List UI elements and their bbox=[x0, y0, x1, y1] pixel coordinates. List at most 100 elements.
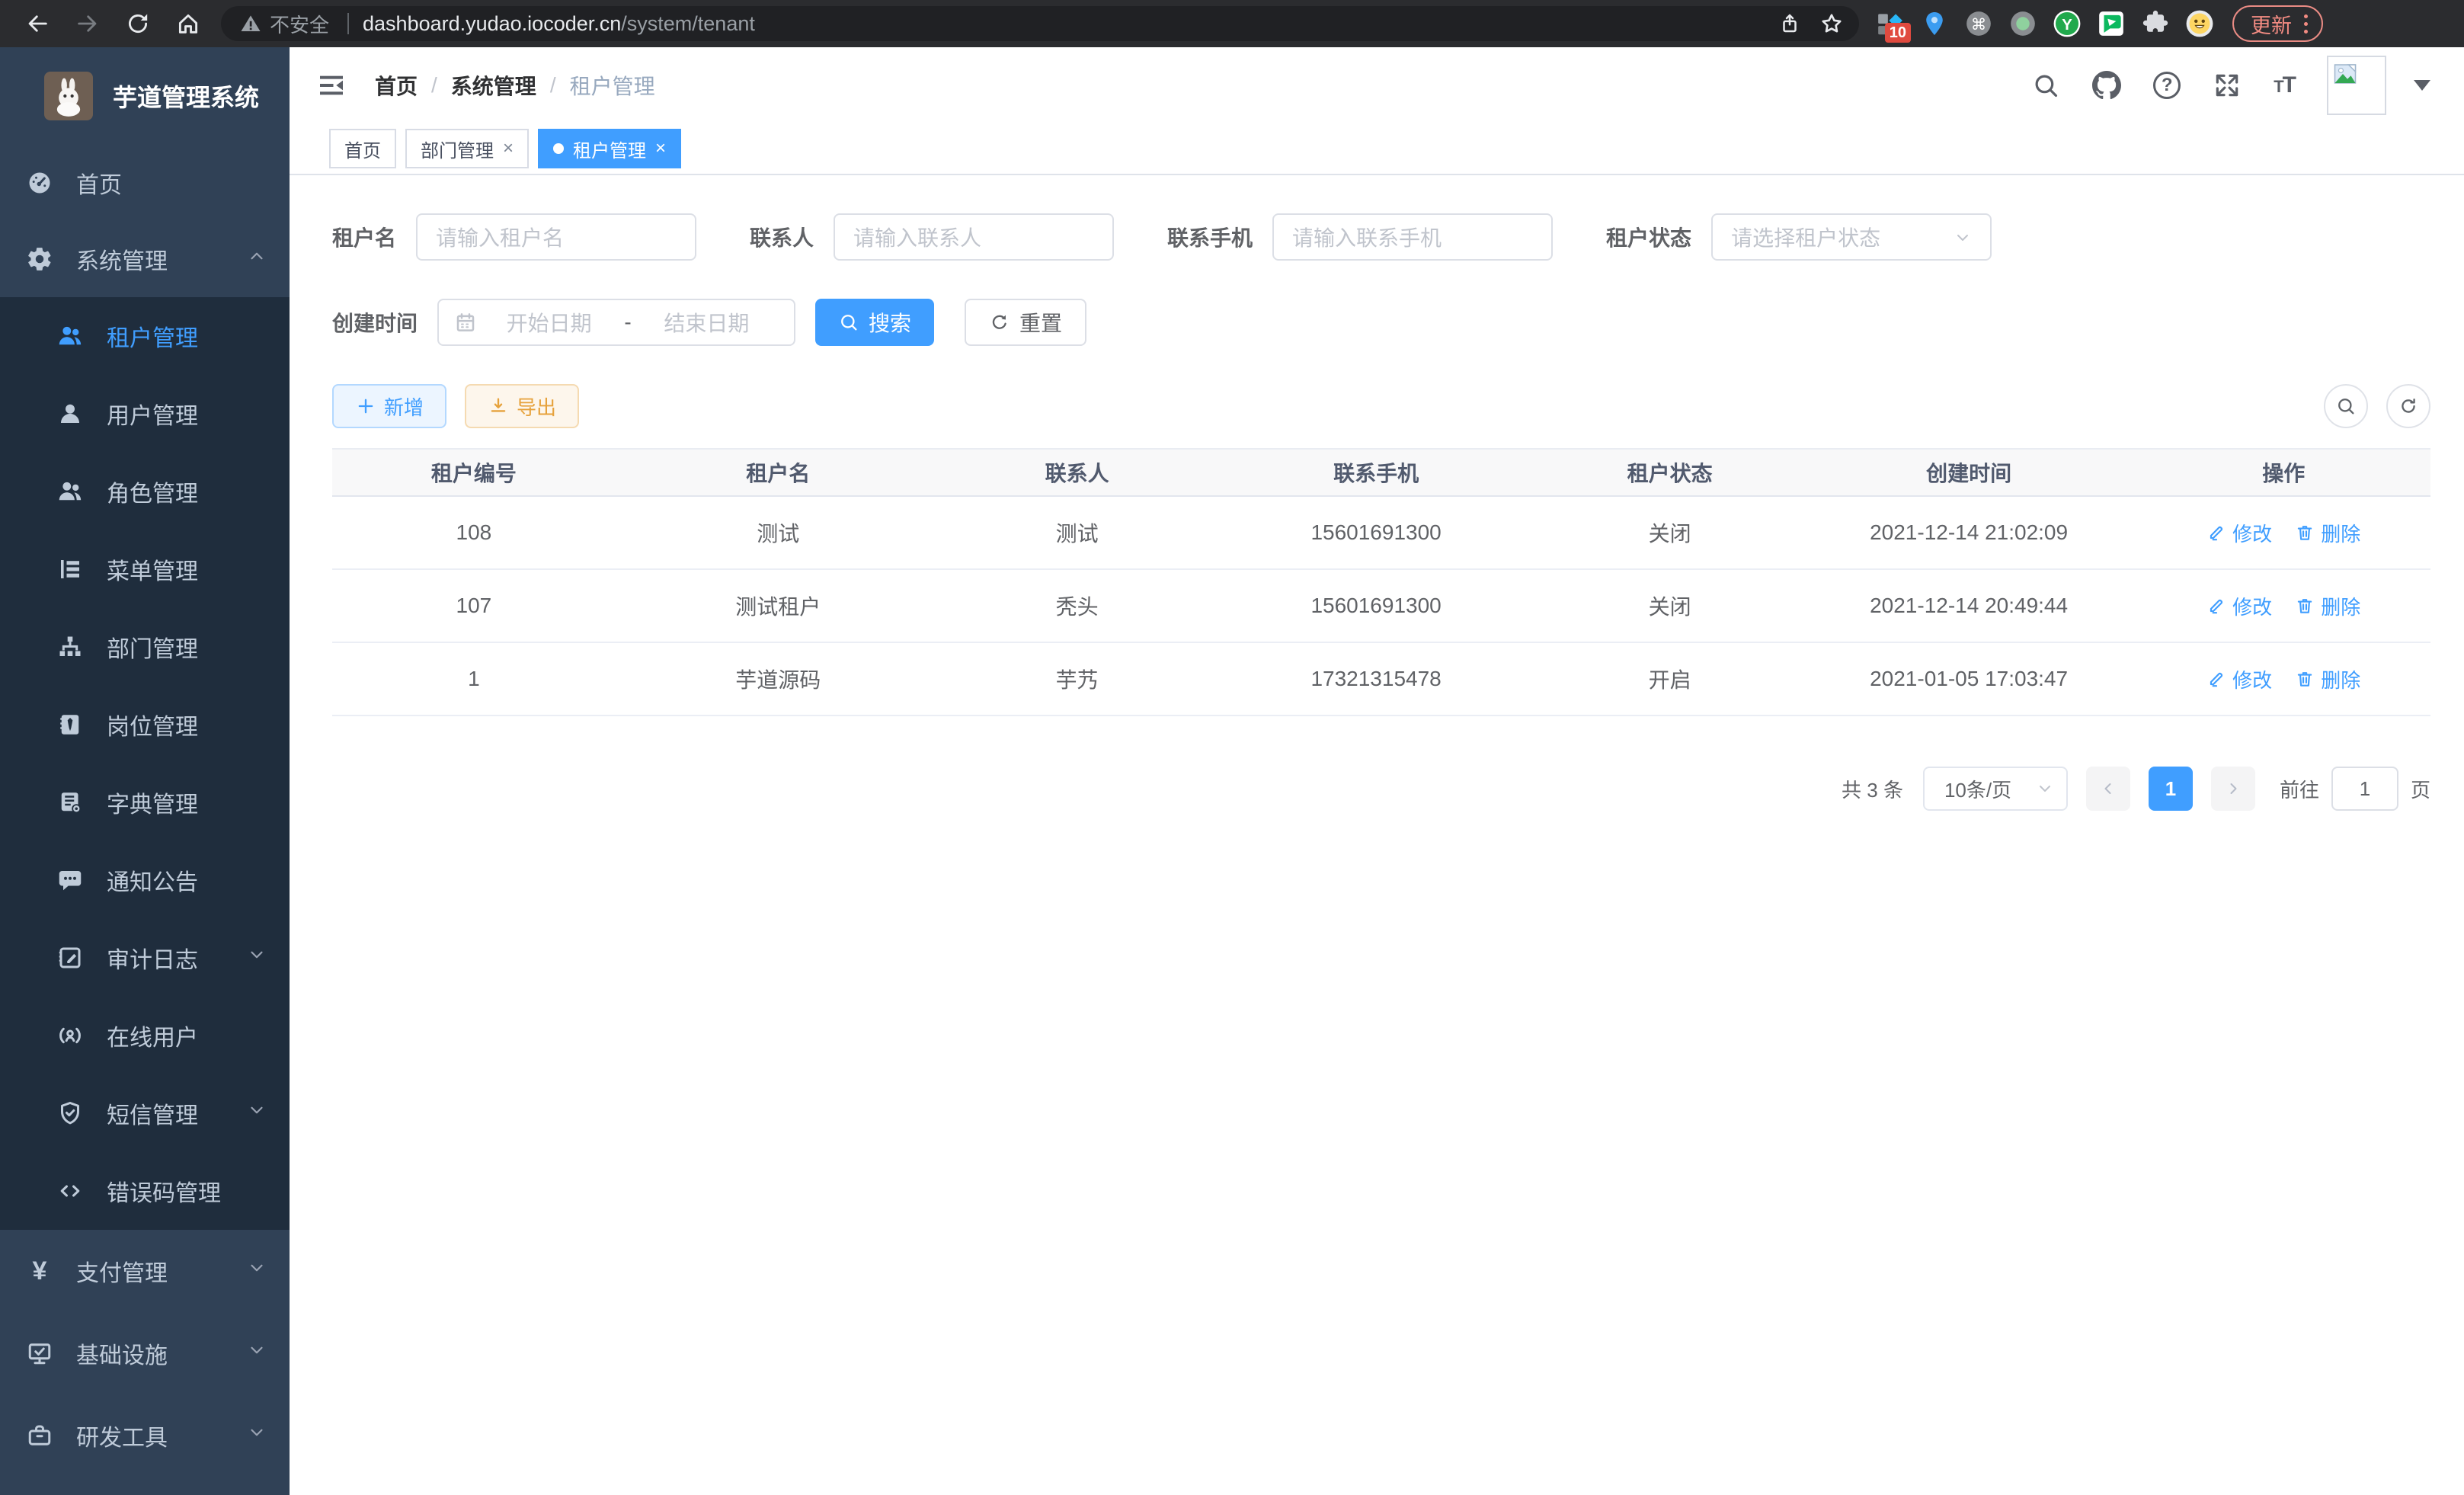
browser-menu-icon[interactable] bbox=[2304, 14, 2308, 34]
sidebar-item-role[interactable]: 角色管理 bbox=[0, 453, 290, 530]
pin-extension-icon[interactable] bbox=[1918, 8, 1950, 40]
sidebar-item-user[interactable]: 用户管理 bbox=[0, 375, 290, 453]
sidebar: 芋道管理系统 首页 系统管理 租户管理 用户管理 bbox=[0, 47, 290, 1495]
yen-icon: ¥ bbox=[23, 1258, 56, 1284]
svg-text:Y: Y bbox=[2062, 16, 2072, 34]
contact-label: 联系人 bbox=[750, 222, 814, 252]
page-size-select[interactable]: 10条/页 bbox=[1923, 767, 2068, 811]
reload-button[interactable] bbox=[120, 6, 155, 41]
sidebar-item-errorcode[interactable]: 错误码管理 bbox=[0, 1152, 290, 1230]
goto-page-input[interactable]: 1 bbox=[2331, 767, 2398, 811]
header-search-button[interactable] bbox=[2031, 71, 2060, 100]
profile-avatar-icon[interactable] bbox=[2184, 8, 2216, 40]
tenant-name-input[interactable]: 请输入租户名 bbox=[416, 213, 696, 261]
search-icon bbox=[2335, 395, 2357, 417]
github-button[interactable] bbox=[2092, 71, 2121, 100]
refresh-table-button[interactable] bbox=[2386, 384, 2430, 428]
omnibox-divider bbox=[347, 13, 349, 34]
tag-tenant[interactable]: 租户管理× bbox=[538, 129, 681, 168]
trash-icon bbox=[2295, 523, 2315, 543]
forward-button[interactable] bbox=[70, 6, 105, 41]
app-logo[interactable]: 芋道管理系统 bbox=[0, 47, 290, 145]
add-button[interactable]: 新增 bbox=[332, 384, 446, 428]
col-mobile: 联系手机 bbox=[1214, 449, 1539, 496]
sidebar-group-infra[interactable]: 基础设施 bbox=[0, 1312, 290, 1394]
url-text[interactable]: dashboard.yudao.iocoder.cn/system/tenant bbox=[363, 12, 1778, 36]
chrome-update-button[interactable]: 更新 bbox=[2232, 5, 2323, 42]
sidebar-group-payment[interactable]: ¥ 支付管理 bbox=[0, 1230, 290, 1312]
font-size-icon[interactable]: TT bbox=[2274, 72, 2295, 98]
reset-button[interactable]: 重置 bbox=[965, 299, 1086, 346]
dashboard-icon bbox=[23, 169, 56, 197]
home-button[interactable] bbox=[171, 6, 206, 41]
back-button[interactable] bbox=[20, 6, 55, 41]
y-extension-icon[interactable]: Y bbox=[2051, 8, 2083, 40]
sidebar-item-dept[interactable]: 部门管理 bbox=[0, 608, 290, 686]
caret-down-icon[interactable] bbox=[2414, 80, 2430, 91]
pencil-icon bbox=[2206, 669, 2226, 689]
close-icon[interactable]: × bbox=[655, 139, 666, 158]
security-label[interactable]: 不安全 bbox=[270, 10, 329, 38]
sidebar-group-system[interactable]: 系统管理 bbox=[0, 221, 290, 297]
tag-dept[interactable]: 部门管理× bbox=[405, 129, 529, 168]
refresh-icon bbox=[2398, 395, 2419, 417]
sidebar-item-post[interactable]: 岗位管理 bbox=[0, 686, 290, 764]
sidebar-item-menu[interactable]: 菜单管理 bbox=[0, 530, 290, 608]
sidebar-item-tenant[interactable]: 租户管理 bbox=[0, 297, 290, 375]
status-label: 租户状态 bbox=[1606, 222, 1691, 252]
share-icon[interactable] bbox=[1778, 12, 1801, 35]
search-icon bbox=[2031, 71, 2060, 100]
breadcrumb: 首页 / 系统管理 / 租户管理 bbox=[375, 70, 655, 101]
breadcrumb-home[interactable]: 首页 bbox=[375, 70, 418, 101]
sidebar-item-home[interactable]: 首页 bbox=[0, 145, 290, 221]
delete-button[interactable]: 删除 bbox=[2295, 665, 2360, 693]
address-bar[interactable]: 不安全 dashboard.yudao.iocoder.cn/system/te… bbox=[221, 6, 1859, 41]
col-created: 创建时间 bbox=[1801, 449, 2137, 496]
sidebar-collapse-button[interactable] bbox=[314, 68, 349, 103]
sidebar-item-dict[interactable]: 字典管理 bbox=[0, 764, 290, 841]
app-title: 芋道管理系统 bbox=[113, 78, 259, 114]
page-1-button[interactable]: 1 bbox=[2149, 767, 2193, 811]
sidebar-group-devtools[interactable]: 研发工具 bbox=[0, 1394, 290, 1477]
sidebar-item-notice[interactable]: 通知公告 bbox=[0, 841, 290, 919]
chat-extension-icon[interactable] bbox=[2095, 8, 2127, 40]
not-secure-warning-icon bbox=[239, 12, 262, 35]
edit-button[interactable]: 修改 bbox=[2206, 665, 2272, 693]
search-button[interactable]: 搜索 bbox=[815, 299, 934, 346]
toolbox-icon bbox=[23, 1422, 56, 1449]
total-count: 共 3 条 bbox=[1842, 775, 1903, 803]
edit-button[interactable]: 修改 bbox=[2206, 592, 2272, 620]
mobile-input[interactable]: 请输入联系手机 bbox=[1272, 213, 1553, 261]
close-icon[interactable]: × bbox=[503, 139, 514, 158]
breadcrumb-system[interactable]: 系统管理 bbox=[451, 70, 536, 101]
show-search-toggle-button[interactable] bbox=[2324, 384, 2368, 428]
start-date-placeholder[interactable]: 开始日期 bbox=[477, 307, 621, 338]
recorder-extension-icon[interactable] bbox=[2007, 8, 2039, 40]
sidebar-item-auditlog[interactable]: 审计日志 bbox=[0, 919, 290, 997]
edit-button[interactable]: 修改 bbox=[2206, 519, 2272, 547]
sidebar-item-sms[interactable]: 短信管理 bbox=[0, 1074, 290, 1152]
fullscreen-button[interactable] bbox=[2213, 71, 2242, 100]
date-range-input[interactable]: 开始日期 - 结束日期 bbox=[437, 299, 795, 346]
contact-input[interactable]: 请输入联系人 bbox=[834, 213, 1114, 261]
end-date-placeholder[interactable]: 结束日期 bbox=[635, 307, 779, 338]
extensions-area: 10 ⌘ Y bbox=[1874, 8, 2216, 40]
mobile-label: 联系手机 bbox=[1167, 222, 1253, 252]
devtools-extension-icon[interactable]: 10 bbox=[1874, 8, 1906, 40]
command-extension-icon[interactable]: ⌘ bbox=[1963, 8, 1995, 40]
status-select[interactable]: 请选择租户状态 bbox=[1711, 213, 1992, 261]
bookmark-star-icon[interactable] bbox=[1819, 11, 1844, 36]
help-icon[interactable]: ? bbox=[2153, 72, 2181, 99]
sidebar-item-online[interactable]: 在线用户 bbox=[0, 997, 290, 1074]
breadcrumb-current: 租户管理 bbox=[570, 70, 655, 101]
tag-home[interactable]: 首页 bbox=[329, 129, 396, 168]
prev-page-button[interactable] bbox=[2086, 767, 2130, 811]
delete-button[interactable]: 删除 bbox=[2295, 592, 2360, 620]
delete-button[interactable]: 删除 bbox=[2295, 519, 2360, 547]
next-page-button[interactable] bbox=[2211, 767, 2255, 811]
user-avatar[interactable] bbox=[2327, 56, 2386, 115]
browser-toolbar: 不安全 dashboard.yudao.iocoder.cn/system/te… bbox=[0, 0, 2464, 47]
export-button[interactable]: 导出 bbox=[465, 384, 579, 428]
gear-icon bbox=[23, 245, 56, 273]
puzzle-extensions-icon[interactable] bbox=[2139, 8, 2171, 40]
